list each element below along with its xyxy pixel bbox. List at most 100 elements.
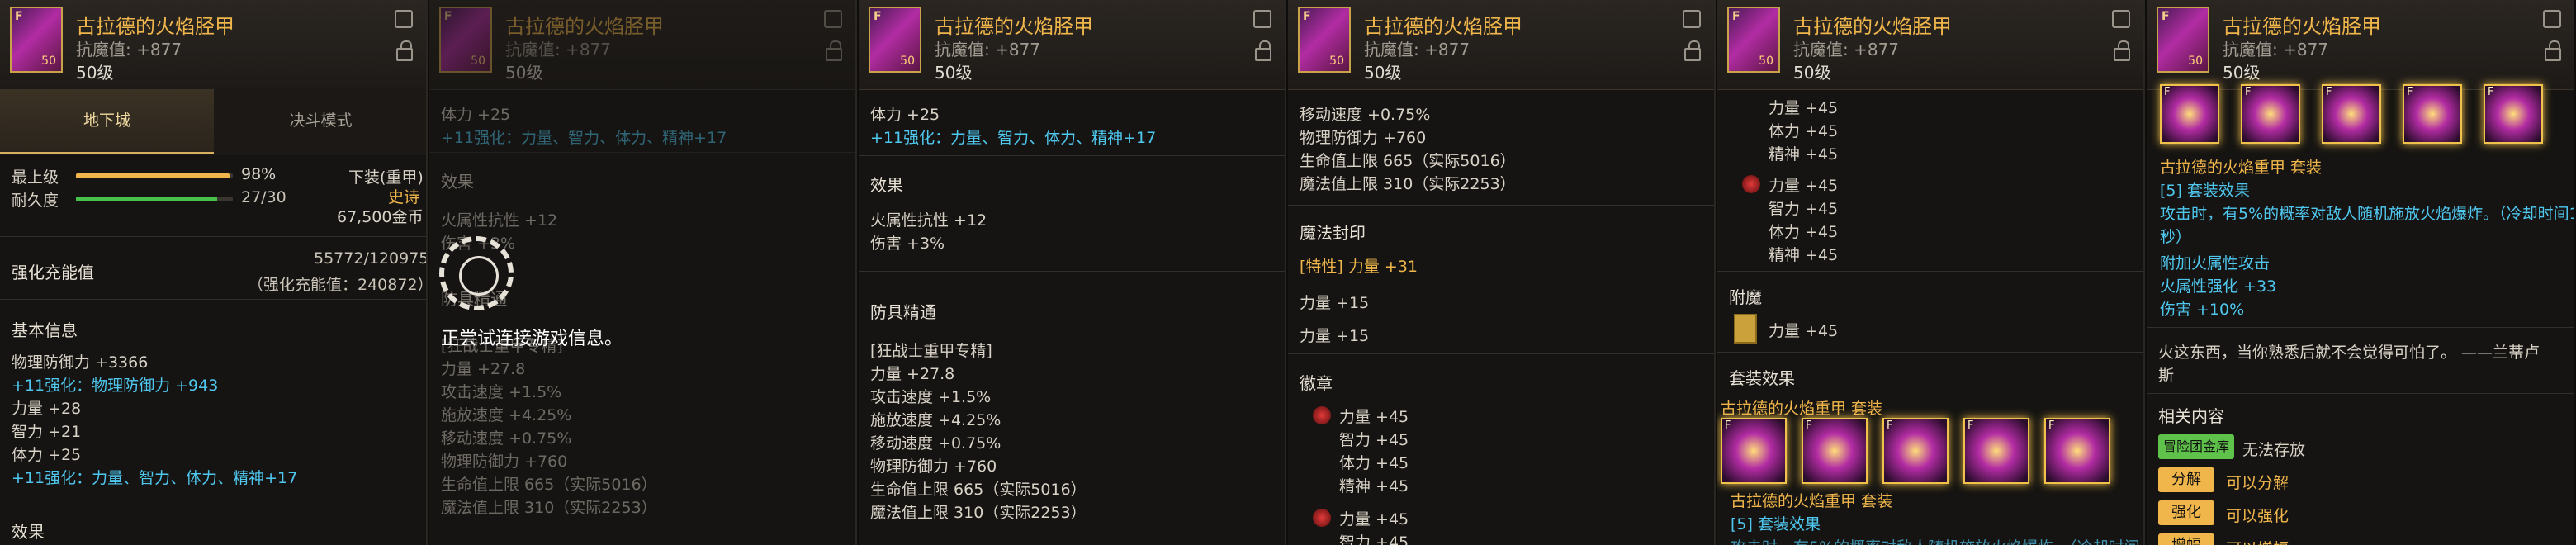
tooltip-panel-3: F 50 古拉德的火焰胫甲 抗魔值: +877 50级 体力 +25 +11强化：… bbox=[859, 0, 1286, 545]
basic-info-title: 基本信息 bbox=[12, 320, 78, 340]
share-icon[interactable] bbox=[2112, 10, 2130, 28]
effect-line: 火属性抗性 +12 bbox=[441, 211, 558, 230]
red-emblem-icon bbox=[1742, 175, 1760, 193]
emblem-line: 力量 +45 bbox=[1769, 177, 1839, 195]
lock-icon[interactable] bbox=[826, 40, 842, 61]
set-piece-icon[interactable]: F bbox=[1721, 418, 1787, 484]
stat-line: +11强化：力量、智力、体力、精神+17 bbox=[12, 469, 298, 487]
emblem-line: 智力 +45 bbox=[1339, 431, 1409, 449]
stat-line: 魔法值上限 310（实际2253） bbox=[441, 499, 657, 517]
stat-line: 生命值上限 665（实际5016） bbox=[870, 481, 1087, 499]
line-enhance: +11强化：力量、智力、体力、精神+17 bbox=[870, 129, 1157, 147]
tooltip-panel-5: F 50 古拉德的火焰胫甲 抗魔值: +877 50级 力量 +45 体力 +45… bbox=[1717, 0, 2145, 545]
lock-icon[interactable] bbox=[396, 40, 413, 61]
tab-dungeon[interactable]: 地下城 bbox=[0, 89, 214, 154]
lock-icon[interactable] bbox=[2545, 40, 2561, 61]
stat-line: 力量 +27.8 bbox=[870, 365, 955, 383]
tab-duel[interactable]: 决斗模式 bbox=[214, 89, 426, 152]
disassemble-text: 可以分解 bbox=[2226, 474, 2290, 492]
emblem-line: 力量 +45 bbox=[1339, 510, 1409, 528]
set-piece-icon[interactable]: F bbox=[2322, 84, 2381, 144]
stat-line: 移动速度 +0.75% bbox=[441, 429, 572, 448]
emblem-line: 体力 +45 bbox=[1339, 454, 1409, 472]
related-title: 相关内容 bbox=[2158, 406, 2224, 426]
magic-seal-title: 魔法封印 bbox=[1300, 223, 1366, 243]
enchant-line: 力量 +45 bbox=[1769, 322, 1839, 340]
stat-label-top: 最上级 bbox=[12, 168, 59, 187]
stat-line: 物理防御力 +760 bbox=[870, 457, 997, 476]
item-resist: 抗魔值: +877 bbox=[2223, 40, 2329, 59]
item-icon: F 50 bbox=[439, 7, 492, 73]
durability-fill bbox=[76, 197, 217, 201]
set-piece-icon[interactable]: F bbox=[2403, 84, 2462, 144]
set-piece-icon[interactable]: F bbox=[2484, 84, 2543, 144]
share-icon[interactable] bbox=[824, 10, 842, 28]
grade-tag: F bbox=[1968, 419, 1974, 432]
icon-level: 50 bbox=[471, 54, 485, 68]
effect-line: 火属性抗性 +12 bbox=[870, 211, 987, 230]
set-piece-icon[interactable]: F bbox=[2160, 84, 2219, 144]
stat-line: 攻击速度 +1.5% bbox=[870, 388, 992, 406]
effect-line: 伤害 +3% bbox=[870, 235, 945, 253]
amplify-button[interactable]: 增幅 bbox=[2158, 533, 2214, 545]
stat-line: 魔法值上限 310（实际2253） bbox=[870, 504, 1087, 522]
tooltip-panel-1: F 50 古拉德的火焰胫甲 抗魔值: +877 50级 地下城 决斗模式 最上级 … bbox=[0, 0, 428, 545]
set-piece-icon[interactable]: F bbox=[2044, 418, 2110, 484]
mode-tabs: 地下城 决斗模式 bbox=[0, 89, 426, 155]
top-fill bbox=[76, 173, 230, 178]
emblem-line: 智力 +45 bbox=[1769, 200, 1839, 218]
grade-tag: F bbox=[2164, 86, 2171, 98]
loading-message: 正尝试连接游戏信息。 bbox=[441, 329, 623, 349]
share-icon[interactable] bbox=[1253, 10, 1271, 28]
emblem-line: 精神 +45 bbox=[1769, 246, 1839, 264]
lock-icon[interactable] bbox=[1255, 40, 1271, 61]
item-resist: 抗魔值: +877 bbox=[1364, 40, 1470, 59]
flavor-text: 斯 bbox=[2158, 367, 2175, 385]
grade-tag: F bbox=[444, 10, 452, 23]
set-desc: 攻击时，有5%的概率对敌人随机施放火焰爆炸。（冷却时间1 bbox=[2160, 205, 2574, 223]
set-piece-icon[interactable]: F bbox=[2241, 84, 2300, 144]
storage-button[interactable]: 冒险团金库 bbox=[2158, 434, 2234, 459]
item-level: 50级 bbox=[935, 63, 973, 83]
line-hp: 生命值上限 665（实际5016） bbox=[1300, 152, 1516, 170]
grade-tag: F bbox=[1725, 419, 1731, 432]
grade-tag: F bbox=[1887, 419, 1893, 432]
set-piece-icon[interactable]: F bbox=[1963, 418, 2029, 484]
item-name: 古拉德的火焰胫甲 bbox=[76, 15, 234, 38]
item-resist: 抗魔值: +877 bbox=[935, 40, 1041, 59]
seal-line: 力量 +15 bbox=[1300, 327, 1370, 345]
grade-tag: F bbox=[874, 10, 882, 23]
share-icon[interactable] bbox=[2543, 10, 2561, 28]
set-piece-icon[interactable]: F bbox=[1882, 418, 1949, 484]
share-icon[interactable] bbox=[395, 10, 413, 28]
disassemble-button[interactable]: 分解 bbox=[2158, 467, 2214, 492]
item-header: F 50 古拉德的火焰胫甲 抗魔值: +877 50级 bbox=[0, 0, 426, 90]
lock-icon[interactable] bbox=[2114, 40, 2130, 61]
line-enhance: +11强化：力量、智力、体力、精神+17 bbox=[441, 129, 727, 147]
set-piece-icon[interactable]: F bbox=[1802, 418, 1868, 484]
lock-icon[interactable] bbox=[1684, 40, 1701, 61]
set-name: 古拉德的火焰重甲 套装 bbox=[1721, 400, 1883, 418]
set-name: 古拉德的火焰重甲 套装 bbox=[1731, 492, 1893, 510]
grade-tag: F bbox=[2245, 86, 2252, 98]
effect-title: 效果 bbox=[441, 172, 474, 192]
item-name: 古拉德的火焰胫甲 bbox=[1364, 15, 1522, 38]
icon-level: 50 bbox=[1329, 54, 1344, 68]
enhance-button[interactable]: 强化 bbox=[2158, 500, 2214, 525]
share-icon[interactable] bbox=[1683, 10, 1701, 28]
item-level: 50级 bbox=[1793, 63, 1831, 83]
item-header: F 50 古拉德的火焰胫甲 抗魔值: +877 50级 bbox=[2147, 0, 2574, 90]
item-level: 50级 bbox=[505, 63, 543, 83]
grade-tag: F bbox=[2326, 86, 2332, 98]
set-count: [5] 套装效果 bbox=[2160, 182, 2250, 200]
item-icon: F 50 bbox=[2157, 7, 2209, 73]
enhance-value: 55772/120975 bbox=[314, 249, 428, 268]
grade-tag: F bbox=[2162, 10, 2170, 23]
item-name: 古拉德的火焰胫甲 bbox=[1793, 15, 1952, 38]
icon-level: 50 bbox=[900, 54, 915, 68]
item-name: 古拉德的火焰胫甲 bbox=[505, 15, 664, 38]
enchant-card-icon bbox=[1734, 314, 1757, 344]
stat-line: 物理防御力 +760 bbox=[441, 453, 568, 471]
line-mp: 魔法值上限 310（实际2253） bbox=[1300, 175, 1516, 193]
stat-line: 施放速度 +4.25% bbox=[441, 406, 572, 424]
